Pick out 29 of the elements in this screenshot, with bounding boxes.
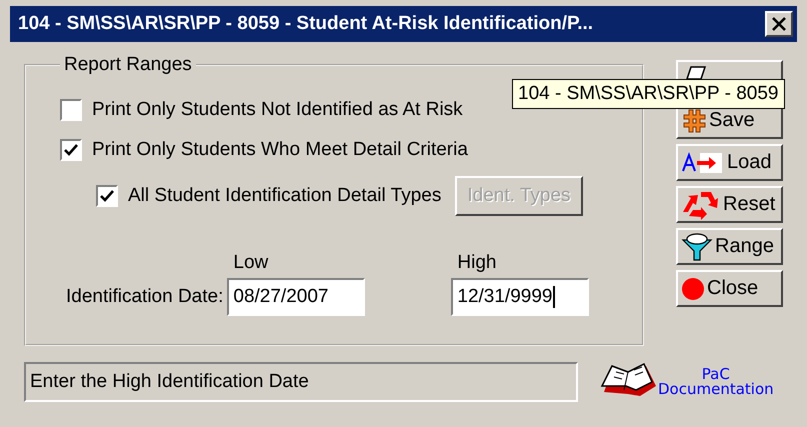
checkbox[interactable] xyxy=(96,185,118,207)
stop-icon xyxy=(681,276,705,300)
checkbox-label[interactable]: Print Only Students Not Identified as At Risk xyxy=(92,99,463,121)
range-button[interactable]: Range xyxy=(676,228,783,265)
checkbox-label[interactable]: Print Only Students Who Meet Detail Criteria xyxy=(92,139,468,161)
tooltip: 104 - SM\SS\AR\SR\PP - 8059 xyxy=(512,79,784,109)
field-label: Identification Date: xyxy=(66,286,224,308)
check-icon xyxy=(100,190,114,202)
group-title: Report Ranges xyxy=(63,54,193,76)
date-field[interactable]: 08/27/2007 xyxy=(227,278,366,316)
recycle-icon xyxy=(681,190,721,220)
hash-icon xyxy=(681,108,707,134)
checkbox[interactable] xyxy=(60,139,82,161)
letter-arrow-icon xyxy=(681,150,725,174)
date-field[interactable]: 12/31/9999 xyxy=(451,278,590,316)
funnel-icon xyxy=(681,232,713,262)
documentation-link[interactable]: PaC Documentation xyxy=(598,362,774,402)
status-bar: Enter the High Identification Date xyxy=(24,362,578,402)
column-heading: High xyxy=(456,252,498,274)
close-icon xyxy=(771,17,787,31)
load-button[interactable]: Load xyxy=(676,144,783,181)
close-button[interactable] xyxy=(765,11,793,37)
checkbox-label[interactable]: All Student Identification Detail Types xyxy=(128,185,442,207)
reset-button[interactable]: Reset xyxy=(676,186,783,223)
column-heading: Low xyxy=(232,252,270,274)
checkbox[interactable] xyxy=(60,99,82,121)
close-button[interactable]: Close xyxy=(676,270,783,307)
window-title: 104 - SM\SS\AR\SR\PP - 8059 - Student At-Risk Identification/P... xyxy=(18,13,594,35)
check-icon xyxy=(64,144,78,156)
